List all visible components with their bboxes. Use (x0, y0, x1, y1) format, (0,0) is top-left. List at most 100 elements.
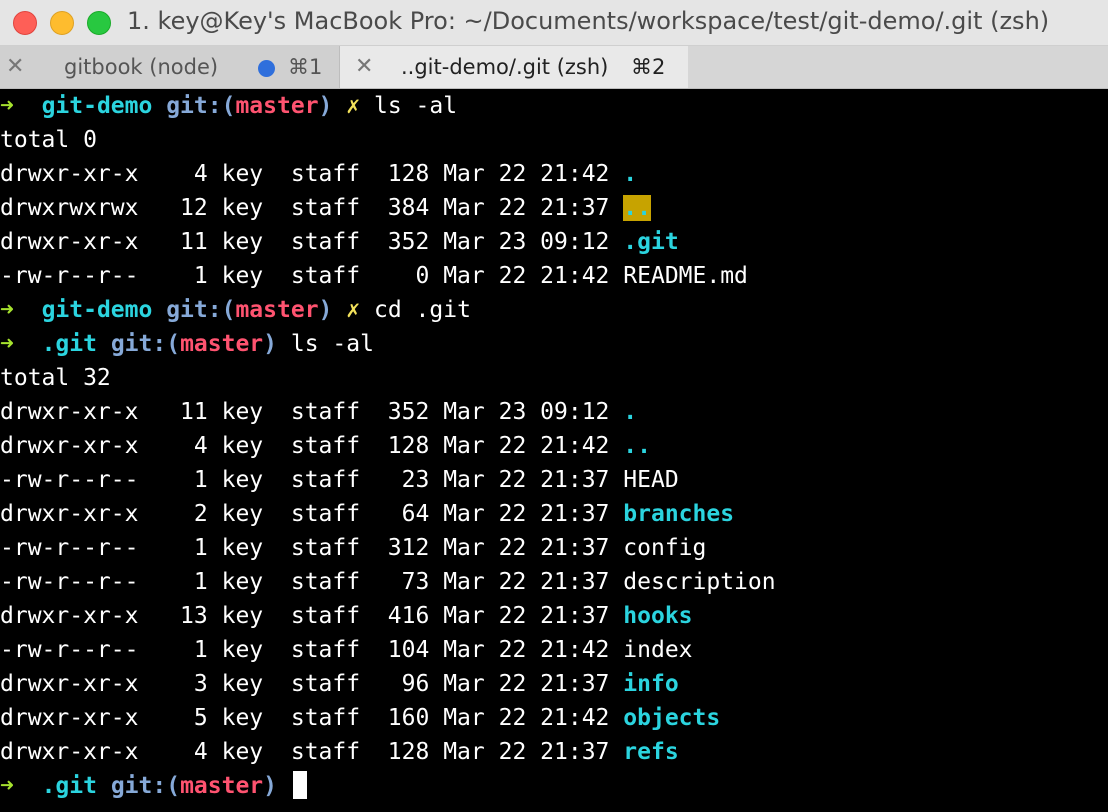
listing-filename[interactable]: branches (623, 501, 734, 527)
listing-filename[interactable]: hooks (623, 603, 692, 629)
listing-row: -rw-r--r-- 1 key staff 73 Mar 22 21:37 d… (0, 565, 1108, 599)
listing-size: 352 (373, 399, 430, 425)
listing-day: 22 (498, 161, 527, 187)
listing-row: -rw-r--r-- 1 key staff 0 Mar 22 21:42 RE… (0, 259, 1108, 293)
prompt-git-label: git:( (166, 297, 236, 323)
listing-2: drwxr-xr-x 11 key staff 352 Mar 23 09:12… (0, 395, 1108, 769)
close-tab-icon[interactable]: ✕ (355, 56, 373, 78)
listing-time: 21:42 (540, 637, 610, 663)
prompt-line: ➜ git-demo git:(master) ✗ cd .git (0, 293, 1108, 327)
prompt-git-label: git:( (110, 331, 181, 357)
window-controls (13, 11, 111, 35)
listing-month: Mar (443, 399, 485, 425)
listing-filename[interactable]: . (623, 399, 637, 425)
listing-row: drwxr-xr-x 11 key staff 352 Mar 23 09:12… (0, 395, 1108, 429)
listing-month: Mar (443, 263, 485, 289)
listing-size: 64 (373, 501, 430, 527)
tab-git-demo[interactable]: ✕ ..git-demo/.git (zsh) ⌘2 (340, 46, 688, 88)
listing-month: Mar (443, 229, 485, 255)
listing-time: 21:37 (540, 569, 610, 595)
prompt-dirty-icon: ✗ (346, 93, 361, 119)
listing-links: 1 (152, 637, 208, 663)
prompt-arrow-icon: ➜ (0, 297, 14, 323)
listing-time: 21:42 (540, 433, 610, 459)
listing-links: 1 (152, 569, 208, 595)
listing-owner: key (221, 467, 264, 493)
listing-day: 22 (498, 535, 527, 561)
listing-month: Mar (443, 637, 485, 663)
listing-perms: drwxr-xr-x (0, 433, 139, 459)
listing-filename[interactable]: . (623, 161, 637, 187)
listing-time: 21:42 (540, 263, 610, 289)
listing-size: 312 (373, 535, 430, 561)
listing-perms: drwxr-xr-x (0, 603, 139, 629)
listing-filename[interactable]: README.md (623, 263, 748, 289)
listing-owner: key (221, 603, 264, 629)
prompt-arrow-icon: ➜ (0, 331, 14, 357)
maximize-window-button[interactable] (87, 11, 111, 35)
close-tab-icon[interactable]: ✕ (6, 56, 24, 78)
listing-perms: -rw-r--r-- (0, 569, 139, 595)
listing-owner: key (221, 569, 264, 595)
close-window-button[interactable] (13, 11, 37, 35)
prompt-line: ➜ git-demo git:(master) ✗ ls -al (0, 89, 1108, 123)
listing-row: drwxr-xr-x 11 key staff 352 Mar 23 09:12… (0, 225, 1108, 259)
listing-filename[interactable]: config (623, 535, 706, 561)
prompt-git-close: ) (263, 331, 278, 357)
prompt-line: ➜ .git git:(master) ls -al (0, 327, 1108, 361)
listing-filename[interactable]: description (623, 569, 775, 595)
listing-owner: key (221, 501, 264, 527)
listing-row: drwxr-xr-x 4 key staff 128 Mar 22 21:42 … (0, 429, 1108, 463)
listing-owner: key (221, 229, 264, 255)
listing-group: staff (290, 195, 361, 221)
listing-row: drwxr-xr-x 5 key staff 160 Mar 22 21:42 … (0, 701, 1108, 735)
listing-day: 23 (498, 399, 527, 425)
terminal-cursor[interactable] (292, 771, 307, 799)
listing-perms: drwxr-xr-x (0, 399, 139, 425)
title-bar[interactable]: 1. key@Key's MacBook Pro: ~/Documents/wo… (0, 0, 1108, 46)
listing-day: 22 (498, 569, 527, 595)
listing-filename[interactable]: info (623, 671, 678, 697)
listing-links: 1 (152, 467, 208, 493)
listing-group: staff (290, 705, 361, 731)
listing-filename[interactable]: .. (623, 433, 651, 459)
tab-label: gitbook (node) (64, 55, 219, 79)
listing-group: staff (290, 569, 361, 595)
prompt-branch: master (180, 331, 264, 357)
listing-size: 160 (373, 705, 430, 731)
listing-day: 22 (498, 501, 527, 527)
listing-filename[interactable]: objects (623, 705, 720, 731)
listing-time: 21:37 (540, 603, 610, 629)
listing-group: staff (290, 399, 361, 425)
listing-time: 21:37 (540, 671, 610, 697)
minimize-window-button[interactable] (50, 11, 74, 35)
listing-filename[interactable]: HEAD (623, 467, 678, 493)
listing-perms: drwxr-xr-x (0, 161, 139, 187)
listing-group: staff (290, 263, 361, 289)
listing-month: Mar (443, 705, 485, 731)
listing-group: staff (290, 739, 361, 765)
listing-row: drwxr-xr-x 4 key staff 128 Mar 22 21:37 … (0, 735, 1108, 769)
prompt-dir: git-demo (41, 297, 153, 323)
listing-links: 3 (152, 671, 208, 697)
listing-filename[interactable]: refs (623, 739, 678, 765)
listing-filename[interactable]: .. (623, 195, 651, 221)
prompt-git-label: git:( (166, 93, 236, 119)
prompt-dir: git-demo (41, 93, 153, 119)
prompt-git-close: ) (318, 93, 333, 119)
listing-links: 12 (152, 195, 208, 221)
listing-perms: -rw-r--r-- (0, 535, 139, 561)
terminal-output[interactable]: ➜ git-demo git:(master) ✗ ls -al total 0… (0, 89, 1108, 812)
tab-gitbook[interactable]: ✕ gitbook (node) ⌘1 (0, 46, 340, 88)
listing-month: Mar (443, 603, 485, 629)
listing-filename[interactable]: .git (623, 229, 678, 255)
listing-filename[interactable]: index (623, 637, 692, 663)
listing-owner: key (221, 161, 264, 187)
listing-time: 21:37 (540, 739, 610, 765)
listing-time: 21:42 (540, 705, 610, 731)
listing-group: staff (290, 433, 361, 459)
listing-row: drwxr-xr-x 13 key staff 416 Mar 22 21:37… (0, 599, 1108, 633)
listing-time: 09:12 (540, 229, 610, 255)
listing-group: staff (290, 161, 361, 187)
listing-month: Mar (443, 739, 485, 765)
